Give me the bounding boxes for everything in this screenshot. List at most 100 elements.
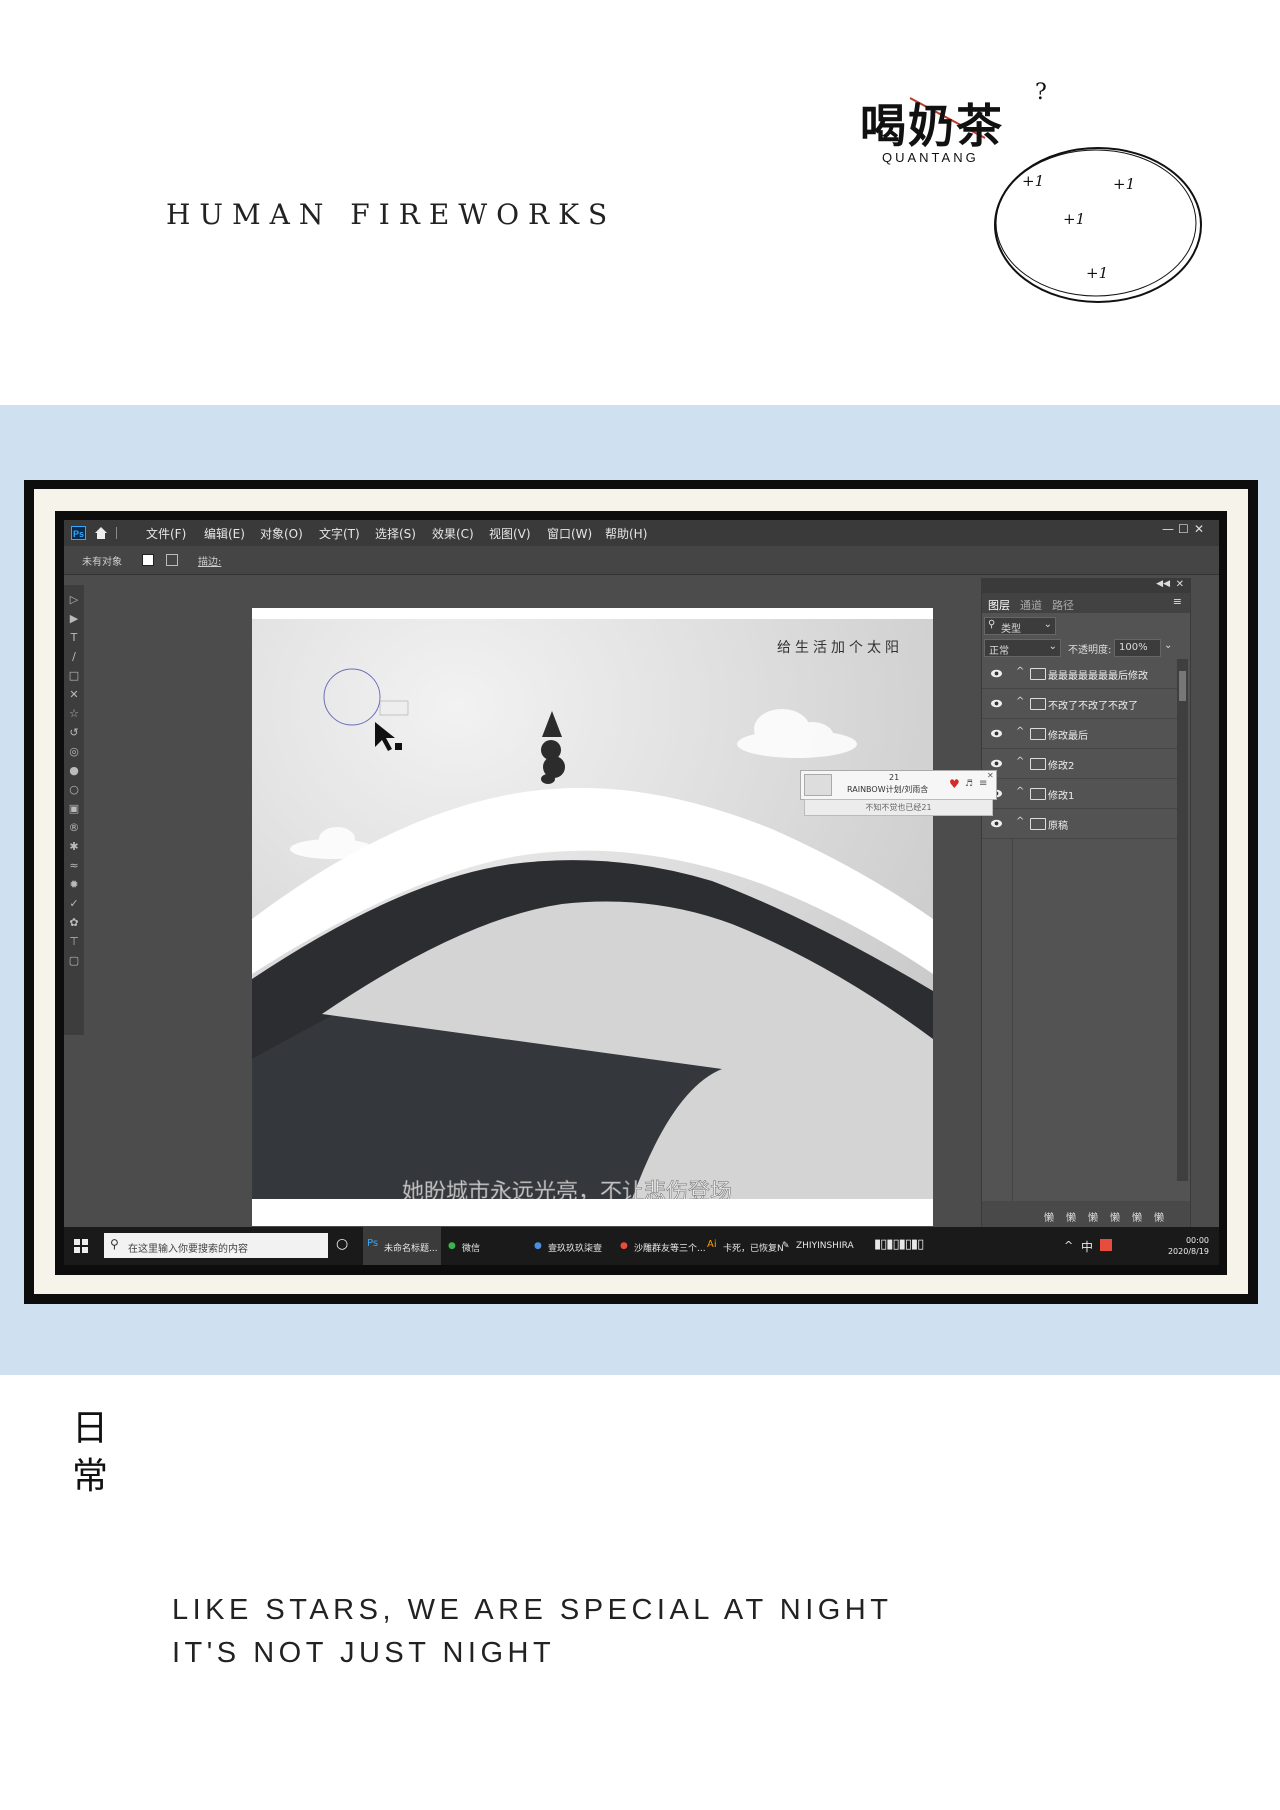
- menu-view[interactable]: 视图(V): [489, 525, 531, 542]
- netease-music-icon: ●: [620, 1241, 628, 1251]
- layer-row[interactable]: ^ 修改1: [982, 779, 1177, 809]
- vertical-char: 日: [72, 1408, 109, 1449]
- target-icon[interactable]: ◎: [67, 745, 81, 759]
- menu-object[interactable]: 对象(O): [260, 525, 303, 542]
- layer-row[interactable]: ^ 最最最最最最最后修改: [982, 659, 1177, 689]
- color-swatches-icon[interactable]: ▢: [67, 954, 81, 968]
- type-tool-icon[interactable]: T: [67, 631, 81, 645]
- layer-guide-line: [1012, 839, 1013, 1201]
- layer-name: 修改最后: [1048, 731, 1088, 742]
- taskbar-item[interactable]: 未命名标题...: [384, 1241, 438, 1254]
- wave-icon[interactable]: ≈: [67, 859, 81, 873]
- windows-start-icon[interactable]: [74, 1239, 88, 1253]
- tab-paths[interactable]: 路径: [1052, 597, 1074, 613]
- pen-icon: ✎: [782, 1241, 790, 1251]
- music-player-popup[interactable]: 21 RAINBOW计划/刘雨含 ♥ ♬ ≡ ✕: [800, 770, 997, 800]
- stroke-swatch[interactable]: [166, 554, 178, 566]
- taskbar-search-box[interactable]: ⚲ 在这里输入你要搜索的内容: [104, 1233, 328, 1258]
- scissors-icon[interactable]: ✕: [67, 688, 81, 702]
- menu-select[interactable]: 选择(S): [375, 525, 416, 542]
- layers-scrollbar[interactable]: [1177, 659, 1188, 1181]
- taskbar-item[interactable]: ZHIYINSHIRA: [796, 1241, 854, 1251]
- volume-icon[interactable]: ♬: [965, 779, 973, 789]
- logo-english: QUANTANG: [882, 150, 979, 165]
- eye-icon[interactable]: [990, 757, 1003, 770]
- layer-filter-select[interactable]: ⚲ 类型 ⌄: [984, 617, 1056, 635]
- ps-app-icon[interactable]: Ps: [71, 526, 86, 540]
- popup-close-icon[interactable]: ✕: [987, 771, 994, 780]
- chevron-up-icon[interactable]: ^: [1016, 786, 1024, 797]
- layer-row[interactable]: ^ 修改最后: [982, 719, 1177, 749]
- anchor-icon[interactable]: ⊤: [67, 935, 81, 949]
- menu-type[interactable]: 文字(T): [319, 525, 360, 542]
- taskbar-clock[interactable]: 00:00 2020/8/19: [1168, 1235, 1209, 1257]
- artwork-canvas[interactable]: 给生活加个太阳 她盼城市永远光亮，不让悲伤登场: [252, 619, 933, 1199]
- grid-glyph-icon[interactable]: ✓: [67, 897, 81, 911]
- folder-icon: [1030, 788, 1046, 800]
- flower-icon[interactable]: ✿: [67, 916, 81, 930]
- eye-icon[interactable]: [990, 697, 1003, 710]
- speech-bubble-icon[interactable]: ●: [67, 764, 81, 778]
- sparkle-icon[interactable]: ✱: [67, 840, 81, 854]
- fill-swatch[interactable]: [142, 554, 154, 566]
- line-tool-icon[interactable]: ∕: [67, 650, 81, 664]
- taskbar-item[interactable]: 壹玖玖玖柒壹: [548, 1241, 602, 1254]
- menu-help[interactable]: 帮助(H): [605, 525, 647, 542]
- menu-divider: [116, 527, 117, 539]
- chevron-up-icon[interactable]: ^: [1016, 816, 1024, 827]
- menu-edit[interactable]: 编辑(E): [204, 525, 245, 542]
- star-tool-icon[interactable]: ☆: [67, 707, 81, 721]
- blob-icon[interactable]: ○: [67, 783, 81, 797]
- opacity-input[interactable]: 100%: [1114, 639, 1161, 657]
- scrollbar-thumb[interactable]: [1179, 671, 1186, 701]
- minimize-icon[interactable]: —: [1162, 523, 1174, 535]
- menu-effect[interactable]: 效果(C): [432, 525, 474, 542]
- footer-button-icon[interactable]: 懒: [1132, 1209, 1142, 1224]
- layer-row[interactable]: ^ 不改了不改了不改了: [982, 689, 1177, 719]
- footer-button-icon[interactable]: 懒: [1066, 1209, 1076, 1224]
- chevron-up-icon[interactable]: ^: [1016, 696, 1024, 707]
- close-icon[interactable]: ✕: [1194, 523, 1206, 535]
- registered-icon[interactable]: ®: [67, 821, 81, 835]
- camera-icon[interactable]: ▣: [67, 802, 81, 816]
- opacity-label: 不透明度:: [1068, 645, 1112, 656]
- heart-icon[interactable]: ♥: [949, 777, 960, 791]
- layer-row[interactable]: ^ 修改2: [982, 749, 1177, 779]
- footer-button-icon[interactable]: 懒: [1110, 1209, 1120, 1224]
- menu-file[interactable]: 文件(F): [146, 525, 186, 542]
- eye-icon[interactable]: [990, 727, 1003, 740]
- direct-selection-icon[interactable]: ▶: [67, 612, 81, 626]
- folder-icon: [1030, 698, 1046, 710]
- footer-button-icon[interactable]: 懒: [1154, 1209, 1164, 1224]
- cortana-icon[interactable]: ○: [336, 1236, 348, 1252]
- taskbar-item[interactable]: 微信: [462, 1241, 480, 1254]
- chevron-up-icon[interactable]: ^: [1016, 726, 1024, 737]
- blend-mode-select[interactable]: 正常 ⌄: [984, 639, 1061, 657]
- panel-menu-icon[interactable]: ≡: [1173, 595, 1182, 608]
- rectangle-tool-icon[interactable]: □: [67, 669, 81, 683]
- maximize-icon[interactable]: ☐: [1178, 523, 1190, 535]
- eye-icon[interactable]: [990, 817, 1003, 830]
- chevron-up-icon[interactable]: ^: [1064, 1239, 1073, 1252]
- rotate-tool-icon[interactable]: ↺: [67, 726, 81, 740]
- chevron-up-icon[interactable]: ^: [1016, 756, 1024, 767]
- taskbar-item[interactable]: 卡死，已恢复N: [723, 1241, 784, 1254]
- menu-window[interactable]: 窗口(W): [547, 525, 592, 542]
- footer-button-icon[interactable]: 懒: [1088, 1209, 1098, 1224]
- tab-layers[interactable]: 图层: [988, 597, 1010, 613]
- taskbar-item[interactable]: 沙雕群友等三个...: [634, 1241, 706, 1254]
- home-icon[interactable]: [94, 526, 108, 540]
- collapse-icon[interactable]: ◀◀: [1156, 579, 1170, 589]
- layer-row[interactable]: ^ 原稿: [982, 809, 1177, 839]
- tab-channels[interactable]: 通道: [1020, 597, 1042, 613]
- selection-tool-icon[interactable]: ▷: [67, 593, 81, 607]
- spider-icon[interactable]: ✹: [67, 878, 81, 892]
- sogou-icon[interactable]: [1100, 1239, 1112, 1251]
- chevron-up-icon[interactable]: ^: [1016, 666, 1024, 677]
- panel-close-icon[interactable]: ✕: [1176, 579, 1184, 590]
- eye-icon[interactable]: [990, 667, 1003, 680]
- chevron-down-icon[interactable]: ⌄: [1164, 640, 1172, 651]
- stroke-label[interactable]: 描边:: [198, 553, 221, 568]
- ime-indicator[interactable]: 中: [1081, 1238, 1093, 1255]
- footer-button-icon[interactable]: 懒: [1044, 1209, 1054, 1224]
